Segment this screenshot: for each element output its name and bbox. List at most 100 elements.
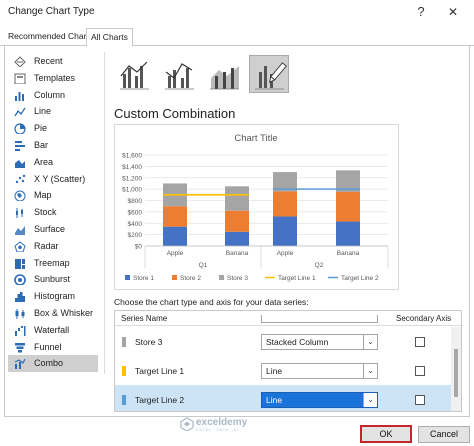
header-secondary-axis: Secondary Axis — [396, 314, 452, 323]
bar-store-1 — [225, 231, 249, 246]
sidebar-item-area[interactable]: Area — [8, 154, 98, 171]
close-button[interactable]: ✕ — [440, 2, 466, 22]
sidebar-item-box-whisker[interactable]: Box & Whisker — [8, 305, 98, 322]
series-row[interactable]: Target Line 1 Line ⌄ — [115, 356, 451, 385]
clustered-column-line-thumbnail[interactable] — [114, 55, 154, 93]
chart-type-select[interactable]: Stacked Column ⌄ — [261, 334, 378, 350]
bar-store-1 — [163, 226, 187, 246]
clustered-column-line-secondary-icon — [165, 63, 194, 90]
bar-store-2 — [163, 206, 187, 227]
series-row[interactable]: Store 3 Stacked Column ⌄ — [115, 327, 451, 356]
help-button[interactable]: ? — [408, 2, 434, 22]
sidebar-item-pie[interactable]: Pie — [8, 120, 98, 137]
group-label: Q2 — [315, 262, 324, 269]
secondary-axis-checkbox[interactable] — [415, 337, 425, 347]
funnel-chart-icon — [15, 342, 25, 353]
y-tick-label: $400 — [128, 221, 143, 228]
sidebar-item-label: Column — [34, 89, 66, 100]
sidebar-item-label: Radar — [34, 240, 59, 251]
sidebar-item-sunburst[interactable]: Sunburst — [8, 271, 98, 288]
cancel-button[interactable]: Cancel — [418, 426, 470, 443]
legend-swatch — [125, 275, 130, 280]
clustered-column-line-secondary-thumbnail[interactable] — [159, 55, 199, 93]
y-tick-label: $0 — [135, 244, 143, 251]
tab-all-charts[interactable]: All Charts — [86, 28, 133, 47]
series-name: Target Line 2 — [135, 395, 185, 405]
sidebar-item-funnel[interactable]: Funnel — [8, 339, 98, 356]
sidebar-item-histogram[interactable]: Histogram — [8, 288, 98, 305]
group-label: Q1 — [199, 262, 208, 269]
series-row[interactable]: Target Line 2 Line ⌄ — [115, 385, 451, 411]
header-series-name: Series Name — [121, 314, 168, 323]
sidebar-item-label: X Y (Scatter) — [34, 173, 86, 184]
sidebar-item-label: Box & Whisker — [34, 307, 94, 318]
chevron-down-icon[interactable]: ⌄ — [363, 393, 377, 407]
x-tick-label: Apple — [277, 250, 294, 257]
divider — [104, 52, 105, 374]
sidebar-item-stock[interactable]: Stock — [8, 204, 98, 221]
stock-chart-icon — [16, 208, 23, 219]
sidebar-item-column[interactable]: Column — [8, 87, 98, 104]
area-chart-icon — [15, 159, 25, 168]
combo-chart-svg: Chart Title $0 $200 $400 $600 $800 $1,000 $1,20… — [122, 133, 389, 282]
chevron-down-icon[interactable]: ⌄ — [363, 335, 377, 349]
radar-chart-icon — [14, 241, 26, 252]
sidebar-item-surface[interactable]: Surface — [8, 221, 98, 238]
chart-type-select[interactable]: Line ⌄ — [261, 392, 378, 408]
tab-strip: Recommended Charts All Charts — [0, 28, 474, 47]
sidebar-item-radar[interactable]: Radar — [8, 238, 98, 255]
bar-store-2 — [273, 191, 297, 217]
ok-button[interactable]: OK — [360, 425, 412, 443]
custom-combination-thumbnail[interactable] — [249, 55, 289, 93]
sidebar-item-map[interactable]: Map — [8, 187, 98, 204]
series-color-swatch — [122, 366, 126, 376]
pie-chart-icon — [14, 123, 26, 135]
sidebar-item-label: Map — [34, 190, 52, 201]
sidebar-item-templates[interactable]: Templates — [8, 70, 98, 87]
sidebar-item-bar[interactable]: Bar — [8, 137, 98, 154]
secondary-axis-checkbox[interactable] — [415, 366, 425, 376]
y-tick-label: $1,400 — [122, 164, 142, 171]
stacked-area-column-thumbnail[interactable] — [204, 55, 244, 93]
clustered-column-line-icon — [120, 61, 149, 90]
sidebar-item-label: Pie — [34, 123, 48, 134]
sidebar-item-recent[interactable]: Recent — [8, 53, 98, 70]
sidebar-item-line[interactable]: Line — [8, 103, 98, 120]
exceldemy-logo-icon — [180, 417, 194, 431]
y-tick-label: $1,200 — [122, 175, 142, 182]
watermark: exceldemy EXCEL · DATA · BI — [180, 417, 280, 432]
sidebar-item-label: Surface — [34, 223, 66, 234]
combo-heading: Custom Combination — [114, 106, 236, 121]
series-grid: Series Name Chart Type Secondary Axis St… — [114, 310, 462, 412]
sidebar-item-label: Sunburst — [34, 274, 71, 285]
chart-type-value: Stacked Column — [266, 337, 329, 347]
x-tick-label: Banana — [337, 250, 360, 257]
watermark-tagline: EXCEL · DATA · BI — [196, 427, 239, 432]
sidebar-item-treemap[interactable]: Treemap — [8, 255, 98, 272]
sidebar-item-waterfall[interactable]: Waterfall — [8, 322, 98, 339]
y-tick-label: $200 — [128, 232, 143, 239]
map-chart-icon — [14, 190, 26, 202]
sidebar-item-label: Stock — [34, 207, 57, 218]
sidebar-item-combo[interactable]: Combo — [8, 355, 98, 373]
chevron-down-icon[interactable]: ⌄ — [363, 364, 377, 378]
sidebar-item-label: Line — [34, 106, 52, 117]
chart-type-select[interactable]: Line ⌄ — [261, 363, 378, 379]
legend-label: Target Line 2 — [341, 275, 379, 282]
scatter-chart-icon — [15, 174, 26, 183]
bar-chart-icon — [15, 140, 25, 151]
y-tick-label: $1,600 — [122, 153, 142, 160]
recent-icon — [14, 56, 26, 67]
sidebar-item-label: Templates — [34, 72, 76, 83]
scrollbar-thumb[interactable] — [454, 349, 458, 397]
y-tick-label: $1,000 — [122, 187, 142, 194]
chart-type-list: Recent Templates Column Line Pie Bar Area X Y (… — [8, 53, 98, 373]
tab-recommended-charts[interactable]: Recommended Charts — [4, 28, 97, 46]
sidebar-item-label: Combo — [34, 358, 64, 369]
secondary-axis-checkbox[interactable] — [415, 395, 425, 405]
bar-store-2 — [336, 191, 360, 222]
series-name: Store 3 — [135, 337, 163, 347]
title-bar: Change Chart Type ? ✕ — [0, 0, 474, 24]
grid-scrollbar[interactable] — [451, 327, 461, 411]
sidebar-item-x-y-scatter[interactable]: X Y (Scatter) — [8, 171, 98, 188]
